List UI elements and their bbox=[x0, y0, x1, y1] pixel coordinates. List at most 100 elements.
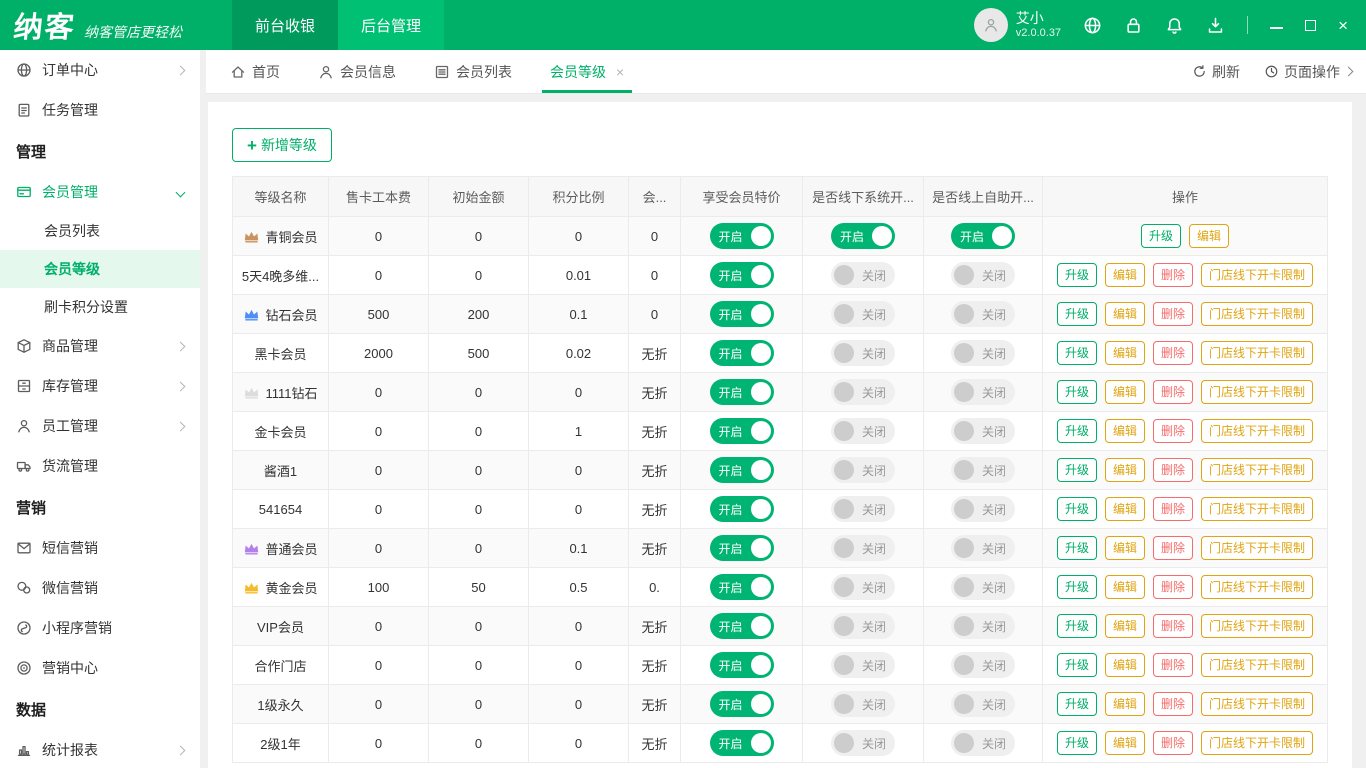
upgrade-button[interactable]: 升级 bbox=[1056, 614, 1097, 638]
edit-button[interactable]: 编辑 bbox=[1104, 692, 1145, 716]
sidebar-item-17[interactable]: 统计报表 bbox=[0, 730, 200, 768]
toggle-off[interactable]: 关闭 bbox=[951, 496, 1015, 522]
toggle-off[interactable]: 关闭 bbox=[951, 340, 1015, 366]
toggle-on[interactable]: 开启 bbox=[709, 223, 774, 249]
toggle-off[interactable]: 关闭 bbox=[831, 613, 895, 639]
sidebar-item-12[interactable]: 短信营销 bbox=[0, 528, 200, 568]
delete-button[interactable]: 删除 bbox=[1153, 380, 1194, 404]
upgrade-button[interactable]: 升级 bbox=[1056, 653, 1097, 677]
edit-button[interactable]: 编辑 bbox=[1104, 263, 1145, 287]
delete-button[interactable]: 删除 bbox=[1153, 341, 1194, 365]
toggle-off[interactable]: 关闭 bbox=[951, 262, 1015, 288]
sidebar-item-10[interactable]: 货流管理 bbox=[0, 446, 200, 486]
upgrade-button[interactable]: 升级 bbox=[1056, 380, 1097, 404]
toggle-off[interactable]: 关闭 bbox=[951, 457, 1015, 483]
limit-button[interactable]: 门店线下开卡限制 bbox=[1201, 341, 1314, 365]
upgrade-button[interactable]: 升级 bbox=[1056, 458, 1097, 482]
toggle-on[interactable]: 开启 bbox=[709, 262, 774, 288]
toggle-on[interactable]: 开启 bbox=[709, 301, 774, 327]
delete-button[interactable]: 删除 bbox=[1153, 536, 1194, 560]
upgrade-button[interactable]: 升级 bbox=[1140, 224, 1181, 248]
toggle-off[interactable]: 关闭 bbox=[951, 301, 1015, 327]
upgrade-button[interactable]: 升级 bbox=[1056, 341, 1097, 365]
nav-front-cashier[interactable]: 前台收银 bbox=[232, 0, 338, 50]
toggle-on[interactable]: 开启 bbox=[709, 613, 774, 639]
limit-button[interactable]: 门店线下开卡限制 bbox=[1201, 458, 1314, 482]
toggle-off[interactable]: 关闭 bbox=[951, 535, 1015, 561]
delete-button[interactable]: 删除 bbox=[1153, 575, 1194, 599]
delete-button[interactable]: 删除 bbox=[1153, 419, 1194, 443]
toggle-on[interactable]: 开启 bbox=[709, 340, 774, 366]
tab-0[interactable]: 首页 bbox=[230, 50, 280, 93]
tab-2[interactable]: 会员列表 bbox=[434, 50, 512, 93]
edit-button[interactable]: 编辑 bbox=[1104, 302, 1145, 326]
upgrade-button[interactable]: 升级 bbox=[1056, 302, 1097, 326]
edit-button[interactable]: 编辑 bbox=[1104, 458, 1145, 482]
toggle-off[interactable]: 关闭 bbox=[831, 301, 895, 327]
toggle-off[interactable]: 关闭 bbox=[831, 535, 895, 561]
edit-button[interactable]: 编辑 bbox=[1104, 653, 1145, 677]
toggle-on[interactable]: 开启 bbox=[831, 223, 895, 249]
user-box[interactable]: 艾小 v2.0.0.37 bbox=[973, 8, 1061, 42]
limit-button[interactable]: 门店线下开卡限制 bbox=[1201, 653, 1314, 677]
toggle-on[interactable]: 开启 bbox=[709, 691, 774, 717]
toggle-off[interactable]: 关闭 bbox=[951, 691, 1015, 717]
sidebar-item-15[interactable]: 营销中心 bbox=[0, 648, 200, 688]
limit-button[interactable]: 门店线下开卡限制 bbox=[1201, 614, 1314, 638]
sidebar-item-1[interactable]: 任务管理 bbox=[0, 90, 200, 130]
upgrade-button[interactable]: 升级 bbox=[1056, 692, 1097, 716]
limit-button[interactable]: 门店线下开卡限制 bbox=[1201, 536, 1314, 560]
toggle-off[interactable]: 关闭 bbox=[831, 730, 895, 756]
limit-button[interactable]: 门店线下开卡限制 bbox=[1201, 692, 1314, 716]
user-avatar[interactable] bbox=[973, 8, 1008, 42]
edit-button[interactable]: 编辑 bbox=[1104, 575, 1145, 599]
limit-button[interactable]: 门店线下开卡限制 bbox=[1201, 497, 1314, 521]
sidebar-subitem-6[interactable]: 刷卡积分设置 bbox=[0, 288, 200, 326]
edit-button[interactable]: 编辑 bbox=[1104, 497, 1145, 521]
delete-button[interactable]: 删除 bbox=[1153, 692, 1194, 716]
upgrade-button[interactable]: 升级 bbox=[1056, 731, 1097, 755]
toggle-on[interactable]: 开启 bbox=[709, 457, 774, 483]
sidebar-item-13[interactable]: 微信营销 bbox=[0, 568, 200, 608]
toggle-off[interactable]: 关闭 bbox=[831, 262, 895, 288]
limit-button[interactable]: 门店线下开卡限制 bbox=[1201, 731, 1314, 755]
sidebar-item-7[interactable]: 商品管理 bbox=[0, 326, 200, 366]
edit-button[interactable]: 编辑 bbox=[1104, 341, 1145, 365]
refresh-button[interactable]: 刷新 bbox=[1192, 62, 1240, 82]
sidebar-item-9[interactable]: 员工管理 bbox=[0, 406, 200, 446]
limit-button[interactable]: 门店线下开卡限制 bbox=[1201, 380, 1314, 404]
delete-button[interactable]: 删除 bbox=[1153, 302, 1194, 326]
delete-button[interactable]: 删除 bbox=[1153, 497, 1194, 521]
limit-button[interactable]: 门店线下开卡限制 bbox=[1201, 263, 1314, 287]
toggle-off[interactable]: 关闭 bbox=[951, 574, 1015, 600]
toggle-on[interactable]: 开启 bbox=[709, 418, 774, 444]
delete-button[interactable]: 删除 bbox=[1153, 263, 1194, 287]
sidebar-item-14[interactable]: 小程序营销 bbox=[0, 608, 200, 648]
toggle-on[interactable]: 开启 bbox=[709, 730, 774, 756]
toggle-off[interactable]: 关闭 bbox=[831, 379, 895, 405]
upgrade-button[interactable]: 升级 bbox=[1056, 536, 1097, 560]
toggle-off[interactable]: 关闭 bbox=[951, 379, 1015, 405]
browser-globe-icon[interactable] bbox=[1083, 16, 1102, 35]
upgrade-button[interactable]: 升级 bbox=[1056, 419, 1097, 443]
toggle-on[interactable]: 开启 bbox=[709, 535, 774, 561]
tab-3[interactable]: 会员等级 × bbox=[541, 50, 633, 93]
toggle-off[interactable]: 关闭 bbox=[951, 613, 1015, 639]
toggle-off[interactable]: 关闭 bbox=[831, 691, 895, 717]
edit-button[interactable]: 编辑 bbox=[1189, 224, 1230, 248]
sidebar-subitem-5[interactable]: 会员等级 bbox=[0, 250, 200, 288]
edit-button[interactable]: 编辑 bbox=[1104, 419, 1145, 443]
toggle-off[interactable]: 关闭 bbox=[831, 418, 895, 444]
add-level-button[interactable]: + 新增等级 bbox=[232, 128, 332, 162]
toggle-off[interactable]: 关闭 bbox=[951, 418, 1015, 444]
upgrade-button[interactable]: 升级 bbox=[1056, 497, 1097, 521]
toggle-on[interactable]: 开启 bbox=[951, 223, 1015, 249]
toggle-on[interactable]: 开启 bbox=[709, 496, 774, 522]
limit-button[interactable]: 门店线下开卡限制 bbox=[1201, 575, 1314, 599]
delete-button[interactable]: 删除 bbox=[1153, 731, 1194, 755]
toggle-on[interactable]: 开启 bbox=[709, 574, 774, 600]
sidebar-item-0[interactable]: 订单中心 bbox=[0, 50, 200, 90]
toggle-off[interactable]: 关闭 bbox=[831, 496, 895, 522]
bell-icon[interactable] bbox=[1165, 16, 1184, 35]
page-operations-button[interactable]: 页面操作 bbox=[1264, 62, 1354, 82]
